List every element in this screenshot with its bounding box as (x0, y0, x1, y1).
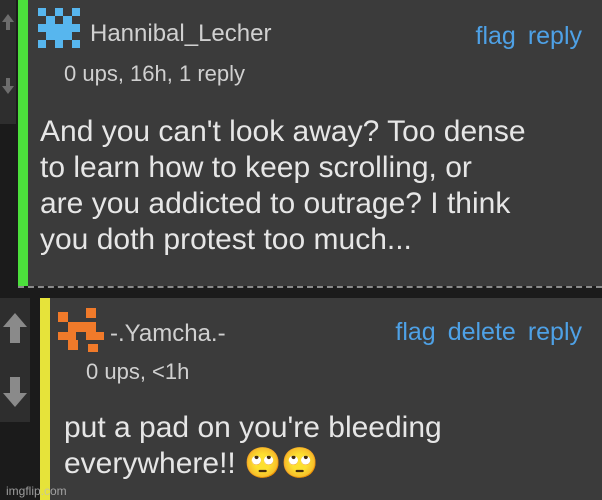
comment-actions: flag delete reply (395, 318, 582, 347)
comment-body-line: put a pad on you're bleeding (64, 411, 442, 444)
flag-link[interactable]: flag (395, 318, 435, 347)
down-arrow-icon (2, 78, 14, 94)
flag-link[interactable]: flag (476, 22, 516, 51)
downvote-button-2[interactable] (0, 370, 30, 414)
comment-body: And you can't look away? Too dense to le… (40, 114, 526, 258)
comment-body-line: And you can't look away? Too dense (40, 115, 526, 148)
reply-link[interactable]: reply (528, 22, 582, 51)
comment-body-line: are you addicted to outrage? I think (40, 187, 511, 220)
comment-body-line: everywhere!! 🙄🙄 (64, 447, 319, 480)
comment-body-line: to learn how to keep scrolling, or (40, 151, 472, 184)
comment-accent-bar (18, 0, 28, 286)
vote-column-2 (0, 298, 30, 422)
downvote-button-1[interactable] (0, 64, 16, 108)
watermark: imgflip.com (6, 484, 67, 498)
username[interactable]: Hannibal_Lecher (90, 20, 271, 48)
up-arrow-icon (2, 14, 14, 30)
username[interactable]: -.Yamcha.- (110, 320, 226, 348)
reply-link[interactable]: reply (528, 318, 582, 347)
vote-column-1 (0, 0, 16, 124)
comment-divider (18, 286, 602, 288)
comment-actions: flag reply (476, 22, 583, 51)
user-avatar (58, 308, 104, 352)
comment-body-line: you doth protest too much... (40, 223, 412, 256)
down-arrow-icon (3, 377, 27, 407)
user-avatar (38, 8, 80, 48)
comment-1: Hannibal_Lecher 0 ups, 16h, 1 reply flag… (18, 0, 602, 286)
delete-link[interactable]: delete (448, 318, 516, 347)
up-arrow-icon (3, 313, 27, 343)
upvote-button-2[interactable] (0, 306, 30, 350)
comment-2: -.Yamcha.- 0 ups, <1h flag delete reply … (40, 298, 602, 500)
upvote-button-1[interactable] (0, 0, 16, 44)
comment-meta: 0 ups, <1h (86, 359, 190, 384)
comment-meta: 0 ups, 16h, 1 reply (64, 61, 246, 86)
comment-body: put a pad on you're bleeding everywhere!… (64, 410, 442, 482)
comment-accent-bar (40, 298, 50, 500)
